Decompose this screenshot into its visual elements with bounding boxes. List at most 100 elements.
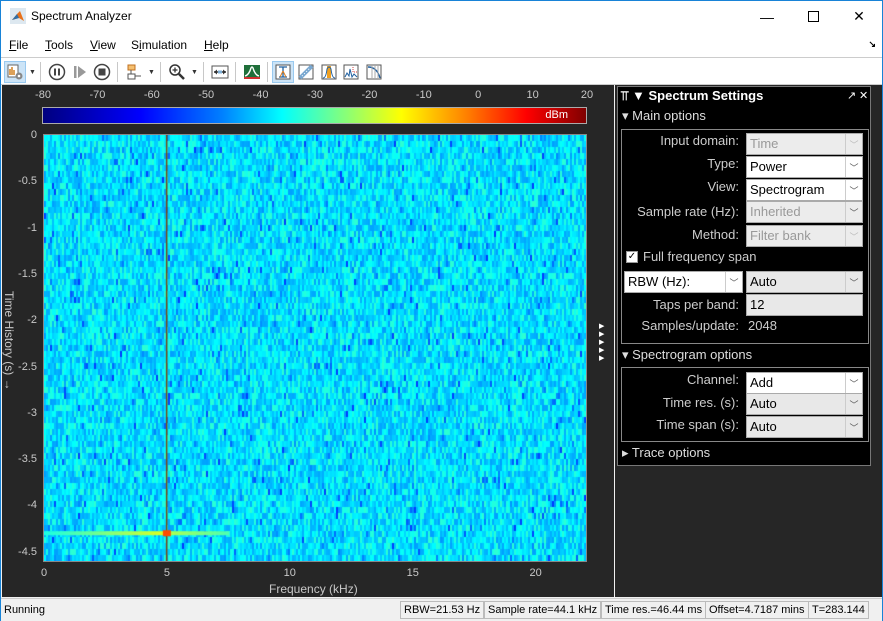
status-rbw: RBW=21.53 Hz: [400, 601, 485, 619]
minimize-icon: —: [760, 8, 774, 25]
chevron-down-icon: ﹀: [845, 157, 862, 177]
sample-rate-combo[interactable]: Inherited ﹀: [746, 201, 863, 223]
chevron-down-icon: ﹀: [845, 373, 862, 393]
colorbar-tick-label: -60: [143, 89, 160, 101]
matlab-logo-icon: [10, 8, 26, 24]
maximize-button[interactable]: [790, 1, 836, 32]
spectrogram[interactable]: [43, 134, 587, 562]
zoom-in-button[interactable]: [166, 61, 188, 83]
panel-title: ⫪ ▼ Spectrum Settings: [621, 88, 764, 103]
collapse-panel-arrows[interactable]: ▶ ▶ ▶ ▶ ▶: [599, 323, 604, 363]
status-bar: Running RBW=21.53 Hz Sample rate=44.1 kH…: [1, 598, 882, 621]
maximize-icon: [807, 11, 819, 22]
method-select: Filter bank ﹀: [746, 225, 863, 247]
highlight-dropdown-icon[interactable]: ▼: [148, 69, 155, 76]
view-label: View:: [707, 179, 739, 194]
spectrum-settings-icon: [244, 65, 260, 79]
toolbar-separator: [203, 62, 204, 82]
full-frequency-span-checkbox[interactable]: ✓: [626, 251, 638, 263]
method-label: Method:: [692, 227, 739, 242]
undock-panel-icon[interactable]: ↗: [847, 89, 856, 102]
ccdf-measurements-icon: [343, 64, 359, 80]
spectrum-settings-button[interactable]: [241, 61, 263, 83]
undock-icon[interactable]: ↘: [868, 39, 876, 50]
y-axis-label: Time History (s) →: [2, 291, 16, 391]
pause-icon: [48, 63, 66, 81]
cursor-measurements-icon: [275, 64, 291, 80]
toolbar-separator: [40, 62, 41, 82]
scale-x-axis-icon: [211, 65, 229, 79]
time-span-combo[interactable]: Auto ﹀: [746, 416, 863, 438]
time-span-label: Time span (s):: [656, 417, 739, 432]
y-tick-label: -4.5: [18, 545, 37, 558]
title-bar: Spectrum Analyzer — ✕: [1, 1, 882, 32]
time-res-label: Time res. (s):: [662, 395, 739, 410]
minimize-button[interactable]: —: [744, 1, 790, 32]
sample-rate-label: Sample rate (Hz):: [637, 204, 739, 219]
channel-select[interactable]: Add ﹀: [746, 372, 863, 394]
x-tick-label: 15: [406, 567, 419, 579]
zoom-dropdown-icon[interactable]: ▼: [191, 69, 198, 76]
x-tick-label: 5: [163, 567, 170, 579]
scale-x-axis-button[interactable]: [209, 61, 231, 83]
chevron-down-icon: ﹀: [845, 134, 862, 154]
settings-button[interactable]: [4, 61, 26, 83]
main-options-header[interactable]: ▾ Main options: [622, 108, 706, 124]
type-select[interactable]: Power ﹀: [746, 156, 863, 178]
rbw-value-combo[interactable]: Auto ﹀: [746, 271, 863, 293]
pause-button[interactable]: [46, 61, 68, 83]
arrow-down-icon: →: [2, 378, 16, 391]
menu-help[interactable]: Help: [204, 38, 229, 52]
channel-measurements-button[interactable]: [363, 61, 385, 83]
spectrogram-options-header[interactable]: ▾ Spectrogram options: [622, 347, 752, 363]
x-tick-label: 0: [40, 567, 48, 579]
full-frequency-span-label: Full frequency span: [643, 249, 757, 264]
colorbar-tick-label: 10: [526, 89, 539, 101]
samples-update-value: 2048: [748, 318, 777, 333]
toolbar-separator: [117, 62, 118, 82]
menu-view[interactable]: View: [90, 38, 116, 52]
collapse-icon[interactable]: ▼: [632, 88, 645, 103]
menu-simulation[interactable]: Simulation: [131, 38, 187, 52]
y-tick-label: -4: [27, 499, 37, 512]
y-tick-label: -2.5: [18, 360, 37, 373]
app-window: Spectrum Analyzer — ✕ File Tools View Si…: [0, 0, 883, 621]
menu-tools[interactable]: Tools: [45, 38, 73, 52]
time-res-combo[interactable]: Auto ﹀: [746, 393, 863, 415]
menu-file[interactable]: File: [9, 38, 28, 52]
x-axis-label: Frequency (kHz): [269, 582, 358, 596]
highlight-blocks-button[interactable]: [123, 61, 145, 83]
ccdf-measurements-button[interactable]: [340, 61, 362, 83]
close-button[interactable]: ✕: [836, 1, 882, 32]
status-offset: Offset=4.7187 mins: [705, 601, 809, 619]
peak-finder-button[interactable]: [318, 61, 340, 83]
distortion-measurements-button[interactable]: [295, 61, 317, 83]
colorbar-tick-label: -40: [252, 89, 269, 101]
type-label: Type:: [707, 156, 739, 171]
toolbar-separator: [267, 62, 268, 82]
colorbar-tick-label: -10: [415, 89, 432, 101]
trace-options-header[interactable]: ▸ Trace options: [622, 445, 710, 461]
y-tick-label: -1: [27, 221, 37, 234]
taps-per-band-input[interactable]: 12: [746, 294, 863, 316]
colorbar-tick-label: 0: [475, 89, 482, 101]
x-tick-label: 10: [283, 567, 296, 579]
rbw-mode-select[interactable]: RBW (Hz): ﹀: [624, 271, 743, 293]
chevron-down-icon: ﹀: [845, 417, 862, 437]
colorbar-tick-label: -80: [35, 89, 51, 101]
settings-dropdown-icon[interactable]: ▼: [29, 69, 36, 76]
status-time-res: Time res.=46.44 ms: [601, 601, 707, 619]
menu-bar: File Tools View Simulation Help ↘: [1, 32, 882, 57]
cursor-measurements-button[interactable]: [272, 61, 294, 83]
pin-icon[interactable]: ⫪: [621, 88, 628, 103]
stop-button[interactable]: [91, 61, 113, 83]
distortion-measurements-icon: [298, 64, 314, 80]
close-panel-icon[interactable]: ✕: [859, 89, 868, 102]
toolbar-separator: [235, 62, 236, 82]
step-forward-button[interactable]: [69, 61, 91, 83]
y-tick-label: -3: [27, 406, 37, 419]
colorbar-tick-label: -70: [89, 89, 106, 101]
view-select[interactable]: Spectrogram ﹀: [746, 179, 863, 201]
toolbar: ▼ ▼ ▼: [1, 57, 882, 85]
stop-icon: [93, 63, 111, 81]
